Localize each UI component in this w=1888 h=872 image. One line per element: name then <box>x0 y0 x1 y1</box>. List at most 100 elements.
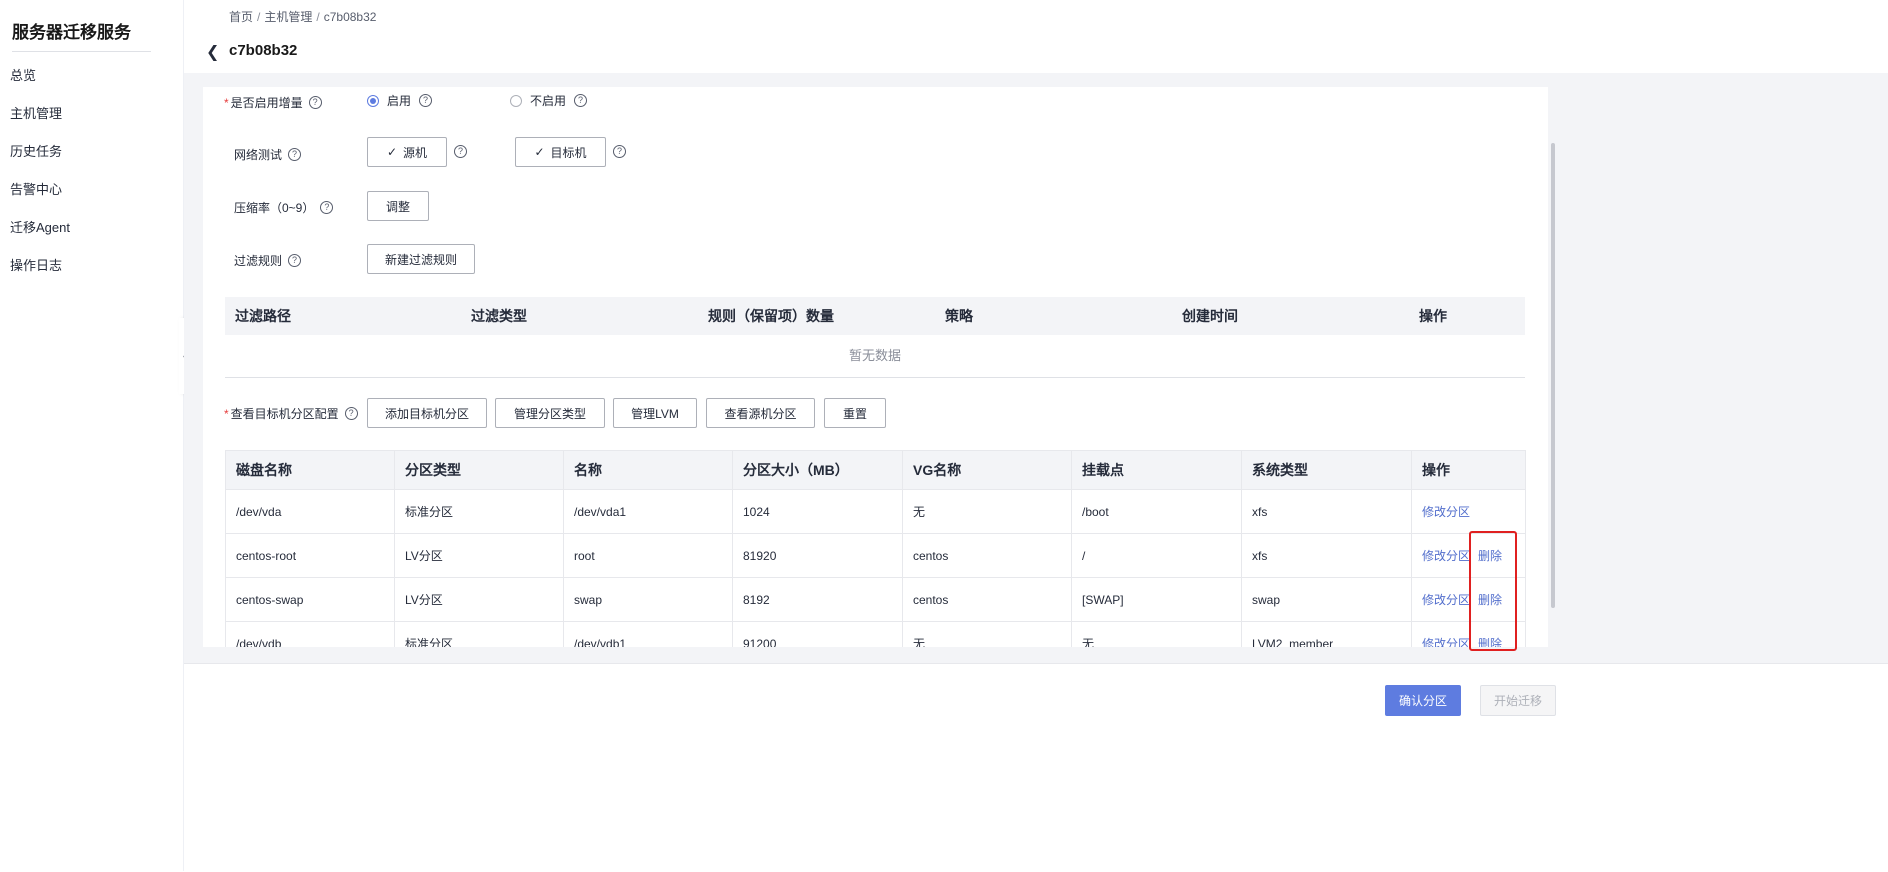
cell-vg: 无 <box>902 489 1072 534</box>
filter-rules-label-row: 过滤规则 ? <box>234 252 302 269</box>
sidebar-item-operation-logs[interactable]: 操作日志 <box>0 247 183 285</box>
network-test-label: 网络测试 <box>234 148 283 162</box>
col-size: 分区大小（MB） <box>732 450 903 490</box>
modify-partition-link[interactable]: 修改分区 <box>1422 593 1470 607</box>
help-icon[interactable]: ? <box>288 254 302 267</box>
table-row: /dev/vdb 标准分区 /dev/vdb1 91200 无 无 LVM2_m… <box>225 621 1526 647</box>
chevron-left-icon: ❮ <box>206 44 220 61</box>
help-icon[interactable]: ? <box>320 201 334 214</box>
cell-type: LV分区 <box>394 577 564 622</box>
cell-vg: centos <box>902 533 1072 578</box>
sidebar-item-history-tasks[interactable]: 历史任务 <box>0 133 183 171</box>
cell-fs: swap <box>1241 577 1412 622</box>
radio-enable[interactable]: 启用 ? <box>367 92 433 109</box>
reset-button[interactable]: 重置 <box>824 398 886 428</box>
modify-partition-link[interactable]: 修改分区 <box>1422 637 1470 647</box>
sidebar-nav: 总览 主机管理 历史任务 告警中心 迁移Agent 操作日志 <box>0 57 183 285</box>
cell-fs: xfs <box>1241 533 1412 578</box>
config-card: * 是否启用增量 ? 启用 ? 不启用 ? 网络测试 ? ✓ 源机 ? ✓ 目标机… <box>203 87 1548 647</box>
start-migration-button[interactable]: 开始迁移 <box>1480 685 1556 716</box>
col-vg-name: VG名称 <box>902 450 1072 490</box>
partition-label: 查看目标机分区配置 <box>230 407 339 421</box>
radio-disable[interactable]: 不启用 ? <box>510 92 588 109</box>
required-mark: * <box>224 407 229 421</box>
table-row: /dev/vda 标准分区 /dev/vda1 1024 无 /boot xfs… <box>225 489 1526 534</box>
network-test-source-label: 源机 <box>403 145 428 160</box>
cell-size: 8192 <box>732 577 903 622</box>
help-icon[interactable]: ? <box>308 96 322 109</box>
cell-vg: centos <box>902 577 1072 622</box>
sidebar: 服务器迁移服务 总览 主机管理 历史任务 告警中心 迁移Agent 操作日志 <box>0 0 184 871</box>
modify-partition-link[interactable]: 修改分区 <box>1422 505 1470 519</box>
partition-table: 磁盘名称 分区类型 名称 分区大小（MB） VG名称 挂载点 系统类型 操作 /… <box>225 450 1526 647</box>
breadcrumb-home[interactable]: 首页 <box>229 10 253 24</box>
filter-col-type: 过滤类型 <box>471 308 527 324</box>
col-actions: 操作 <box>1411 450 1526 490</box>
breadcrumb-host-management[interactable]: 主机管理 <box>264 10 312 24</box>
partition-table-header: 磁盘名称 分区类型 名称 分区大小（MB） VG名称 挂载点 系统类型 操作 <box>225 450 1526 490</box>
cell-actions: 修改分区 <box>1411 489 1526 534</box>
manage-lvm-button[interactable]: 管理LVM <box>613 398 697 428</box>
compression-label-row: 压缩率（0~9） ? <box>234 199 334 216</box>
back-button[interactable]: ❮ <box>206 42 219 62</box>
network-test-target-button[interactable]: ✓ 目标机 <box>515 137 606 167</box>
partition-label-row: * 查看目标机分区配置 ? <box>224 405 358 422</box>
filter-col-count: 规则（保留项）数量 <box>708 308 834 324</box>
cell-disk: /dev/vda <box>225 489 395 534</box>
manage-partition-type-button[interactable]: 管理分区类型 <box>495 398 605 428</box>
help-icon[interactable]: ? <box>454 145 467 158</box>
cell-size: 1024 <box>732 489 903 534</box>
col-name: 名称 <box>563 450 733 490</box>
network-test-label-row: 网络测试 ? <box>234 146 302 163</box>
compression-adjust-button[interactable]: 调整 <box>367 191 429 221</box>
sidebar-divider <box>12 51 151 52</box>
cell-mount: 无 <box>1071 621 1242 647</box>
cell-name: /dev/vdb1 <box>563 621 733 647</box>
page-footer <box>184 663 1888 872</box>
help-icon[interactable]: ? <box>288 148 302 161</box>
cell-disk: /dev/vdb <box>225 621 395 647</box>
cell-fs: LVM2_member <box>1241 621 1412 647</box>
help-icon[interactable]: ? <box>613 145 626 158</box>
table-row: centos-root LV分区 root 81920 centos / xfs… <box>225 533 1526 578</box>
table-row: centos-swap LV分区 swap 8192 centos [SWAP]… <box>225 577 1526 622</box>
view-source-partition-button[interactable]: 查看源机分区 <box>706 398 815 428</box>
modify-partition-link[interactable]: 修改分区 <box>1422 549 1470 563</box>
radio-disable-label: 不启用 <box>530 94 567 108</box>
cell-type: 标准分区 <box>394 621 564 647</box>
delete-links-highlight <box>1469 531 1517 651</box>
incremental-label-row: * 是否启用增量 ? <box>224 94 322 111</box>
page-title: c7b08b32 <box>229 42 298 59</box>
sidebar-item-host-management[interactable]: 主机管理 <box>0 95 183 133</box>
content-scrollbar[interactable] <box>1551 143 1555 608</box>
cell-size: 91200 <box>732 621 903 647</box>
check-icon: ✓ <box>534 145 545 159</box>
new-filter-rule-button[interactable]: 新建过滤规则 <box>367 244 475 274</box>
cell-name: swap <box>563 577 733 622</box>
cell-mount: /boot <box>1071 489 1242 534</box>
confirm-partition-button[interactable]: 确认分区 <box>1385 685 1461 716</box>
filter-rules-label: 过滤规则 <box>234 254 283 268</box>
compression-label: 压缩率（0~9） <box>234 201 315 215</box>
sidebar-item-overview[interactable]: 总览 <box>0 57 183 95</box>
col-fs-type: 系统类型 <box>1241 450 1412 490</box>
incremental-label: 是否启用增量 <box>230 96 303 110</box>
filter-table-header: 过滤路径 过滤类型 规则（保留项）数量 策略 创建时间 操作 <box>225 297 1525 335</box>
cell-type: LV分区 <box>394 533 564 578</box>
add-target-partition-button[interactable]: 添加目标机分区 <box>367 398 487 428</box>
cell-disk: centos-swap <box>225 577 395 622</box>
radio-enable-label: 启用 <box>387 94 412 108</box>
sidebar-item-alarm-center[interactable]: 告警中心 <box>0 171 183 209</box>
filter-col-strategy: 策略 <box>945 308 973 324</box>
help-icon[interactable]: ? <box>574 94 588 107</box>
filter-col-actions: 操作 <box>1419 308 1447 324</box>
col-partition-type: 分区类型 <box>394 450 564 490</box>
cell-name: /dev/vda1 <box>563 489 733 534</box>
sidebar-item-migration-agent[interactable]: 迁移Agent <box>0 209 183 247</box>
network-test-target-label: 目标机 <box>550 145 587 160</box>
help-icon[interactable]: ? <box>344 407 358 420</box>
help-icon[interactable]: ? <box>419 94 433 107</box>
network-test-source-button[interactable]: ✓ 源机 <box>367 137 447 167</box>
breadcrumb-current: c7b08b32 <box>323 10 377 24</box>
required-mark: * <box>224 96 229 110</box>
